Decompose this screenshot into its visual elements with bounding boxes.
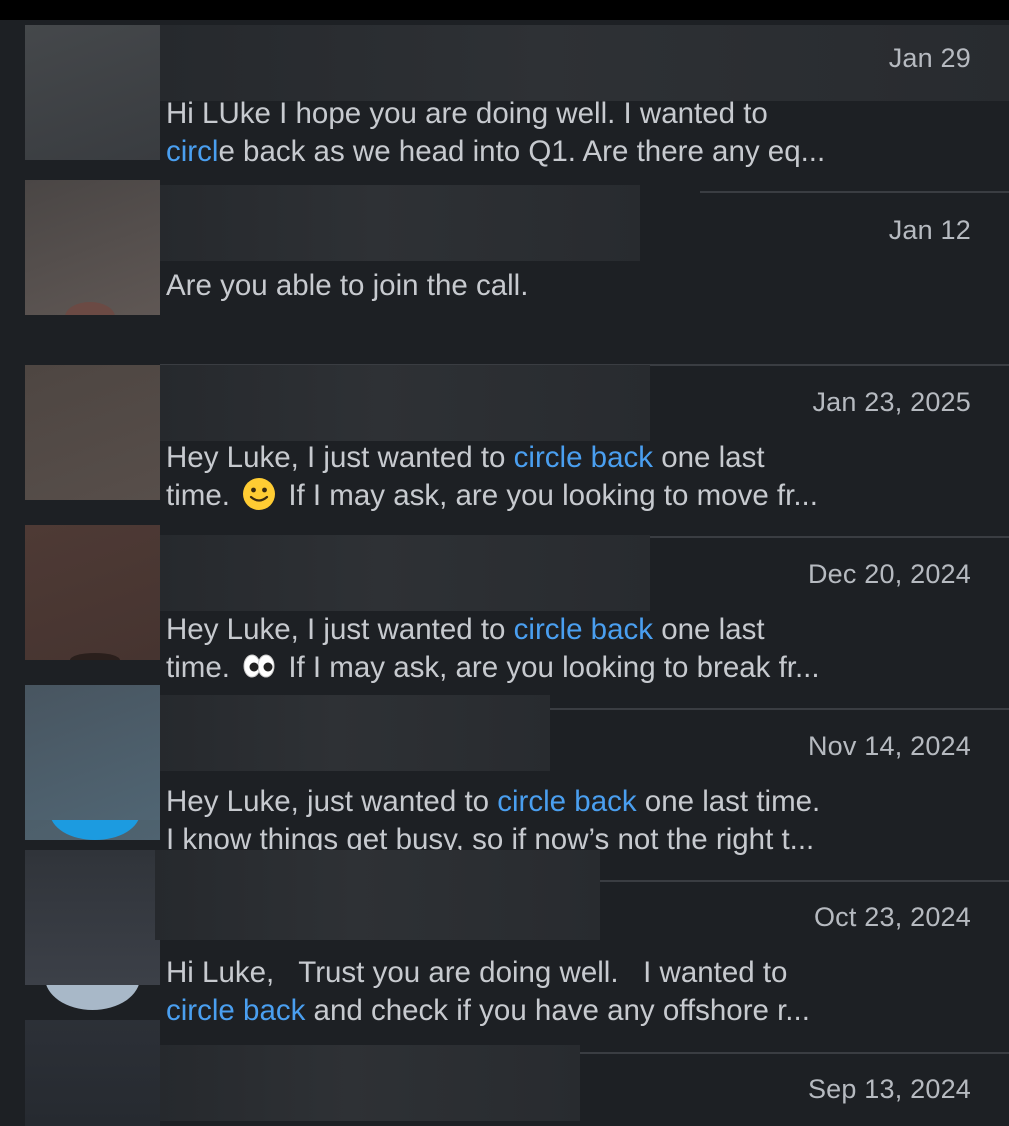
conversation-row[interactable]: Dec 20, 2024 Hey Luke, I just wanted to … bbox=[0, 525, 1009, 695]
sender-name-redacted bbox=[160, 1045, 580, 1121]
message-date: Sep 13, 2024 bbox=[807, 1074, 971, 1104]
message-preview: Hi LUke I hope you are doing well. I wan… bbox=[166, 97, 826, 168]
message-date: Dec 20, 2024 bbox=[807, 559, 971, 589]
sender-name-redacted bbox=[160, 185, 640, 261]
message-preview: Hey Luke, just wanted to circle back one… bbox=[166, 785, 821, 855]
sender-name-redacted bbox=[160, 25, 1009, 101]
conversation-row[interactable]: Jan 12 Are you able to join the call. bbox=[0, 180, 1009, 365]
avatar bbox=[25, 525, 160, 660]
avatar bbox=[25, 365, 160, 500]
message-preview: Hey Luke, I just wanted to circle back o… bbox=[166, 441, 818, 512]
conversation-row[interactable]: Jan 29 Hi LUke I hope you are doing well… bbox=[0, 25, 1009, 190]
eyes-icon bbox=[243, 654, 275, 678]
conversation-row[interactable]: Sep 13, 2024 bbox=[0, 1020, 1009, 1126]
avatar bbox=[25, 850, 160, 1010]
message-date: Jan 23, 2025 bbox=[812, 387, 971, 417]
avatar bbox=[25, 25, 160, 160]
sender-name-redacted bbox=[160, 695, 550, 771]
message-date: Oct 23, 2024 bbox=[813, 902, 971, 932]
message-date: Jan 29 bbox=[888, 43, 971, 73]
sender-name-redacted bbox=[160, 535, 650, 611]
message-preview: Are you able to join the call. bbox=[166, 269, 529, 302]
slightly-smiling-face-icon bbox=[243, 478, 276, 510]
conversation-row[interactable]: Nov 14, 2024 Hey Luke, just wanted to ci… bbox=[0, 685, 1009, 855]
message-preview: Hi Luke, Trust you are doing well. I wan… bbox=[166, 956, 810, 1027]
conversation-row[interactable]: Oct 23, 2024 Hi Luke, Trust you are doin… bbox=[0, 850, 1009, 1027]
sender-name-redacted bbox=[155, 850, 600, 940]
message-preview: Hey Luke, I just wanted to circle back o… bbox=[166, 613, 820, 684]
avatar bbox=[25, 685, 160, 840]
avatar bbox=[25, 180, 160, 315]
message-date: Nov 14, 2024 bbox=[807, 731, 971, 761]
message-date: Jan 12 bbox=[888, 215, 971, 245]
sender-name-redacted bbox=[160, 365, 650, 441]
status-bar bbox=[0, 0, 1009, 20]
avatar bbox=[25, 1020, 160, 1126]
conversation-row[interactable]: Jan 23, 2025 Hey Luke, I just wanted to … bbox=[0, 365, 1009, 537]
